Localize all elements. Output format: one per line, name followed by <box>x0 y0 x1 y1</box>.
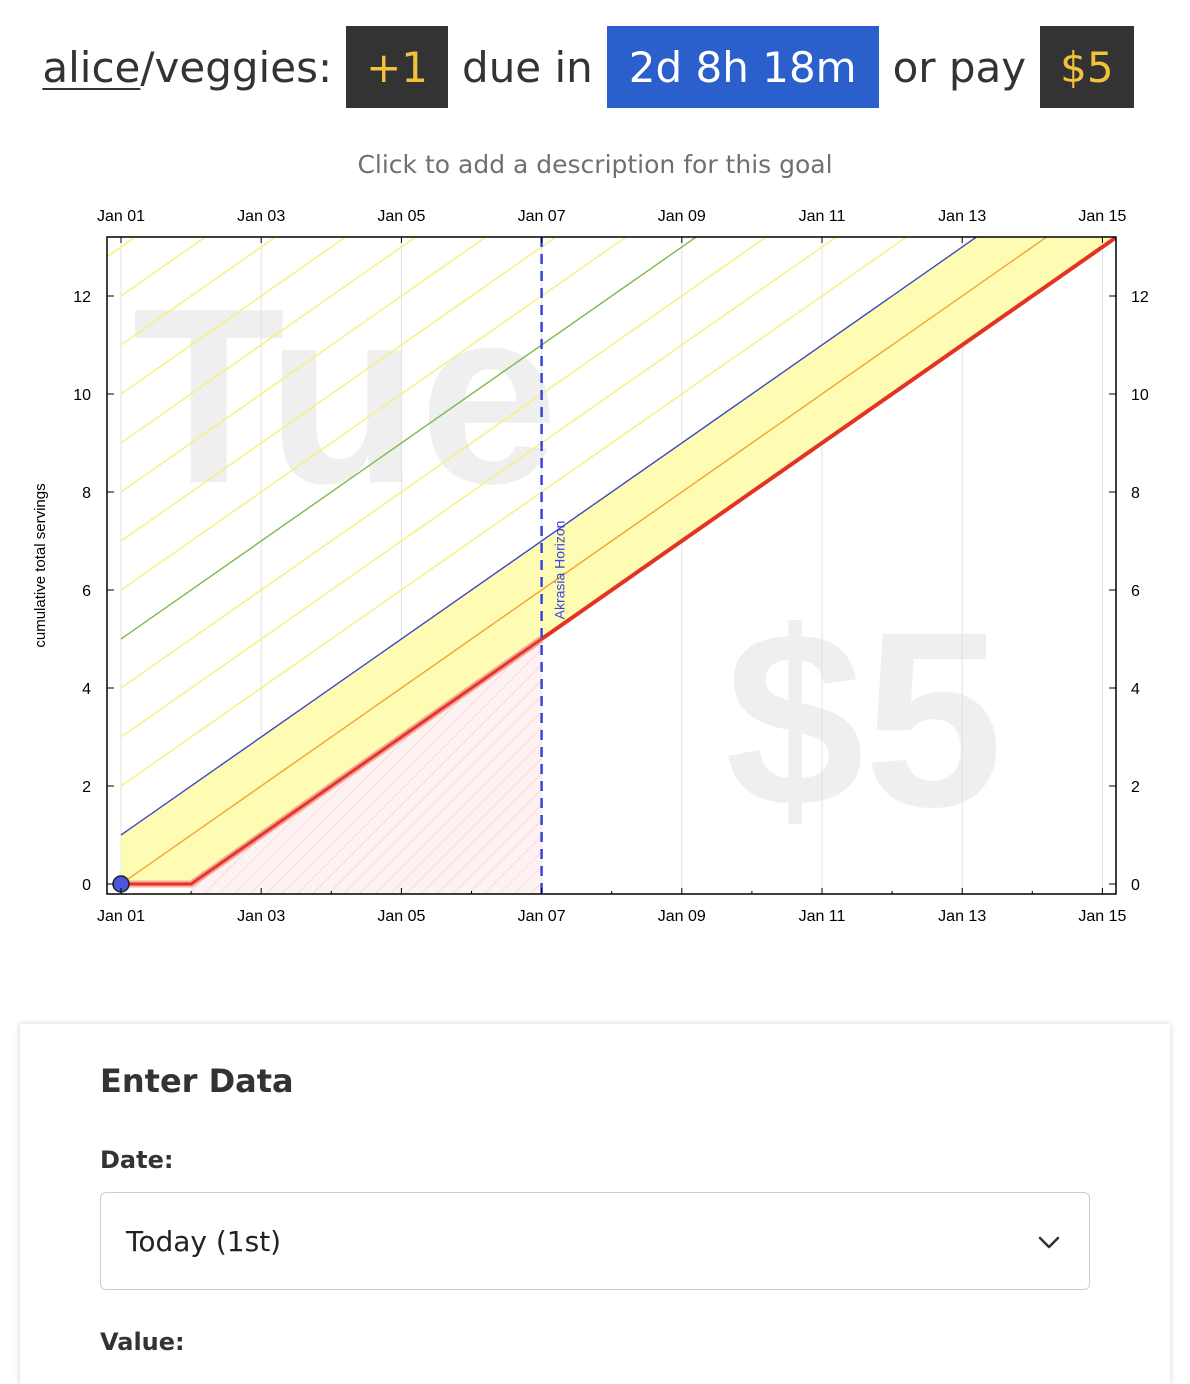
pledge-badge[interactable]: $5 <box>1040 26 1134 108</box>
username-link[interactable]: alice <box>42 43 140 92</box>
x-tick-label-top: Jan 13 <box>938 208 986 225</box>
guide-line <box>0 237 65 296</box>
x-tick-label-top: Jan 09 <box>658 208 706 225</box>
enter-data-card: Enter Data Date: Today (1st) Value: <box>20 1024 1170 1384</box>
pay-text: or pay <box>892 42 1027 92</box>
y-tick-label-left: 12 <box>73 289 91 306</box>
x-tick-label-top: Jan 01 <box>97 208 145 225</box>
y-tick-label-right: 12 <box>1131 289 1149 306</box>
goal-header: alice/veggies: +1 due in 2d 8h 18m or pa… <box>0 26 1190 108</box>
chevron-down-icon <box>1038 1236 1060 1249</box>
y-tick-label-right: 0 <box>1131 877 1140 894</box>
goal-description[interactable]: Click to add a description for this goal <box>0 150 1190 179</box>
y-tick-label-left: 8 <box>82 485 91 502</box>
date-select-value: Today (1st) <box>126 1225 282 1258</box>
x-tick-label-bottom: Jan 15 <box>1078 908 1126 925</box>
y-tick-label-left: 6 <box>82 583 91 600</box>
y-tick-label-right: 2 <box>1131 779 1140 796</box>
y-tick-label-left: 0 <box>82 877 91 894</box>
x-tick-label-top: Jan 05 <box>377 208 425 225</box>
y-tick-label-right: 6 <box>1131 583 1140 600</box>
x-tick-label-top: Jan 03 <box>237 208 285 225</box>
x-tick-label-bottom: Jan 03 <box>237 908 285 925</box>
delta-badge: +1 <box>346 26 449 108</box>
due-text: due in <box>462 42 593 92</box>
x-tick-label-bottom: Jan 09 <box>658 908 706 925</box>
x-tick-label-bottom: Jan 11 <box>799 908 846 925</box>
day-watermark: Tue <box>132 256 558 535</box>
x-tick-label-bottom: Jan 05 <box>377 908 425 925</box>
y-axis-label: cumulative total servings <box>32 483 49 647</box>
x-tick-label-top: Jan 07 <box>518 208 566 225</box>
countdown-badge: 2d 8h 18m <box>606 26 879 108</box>
x-tick-label-bottom: Jan 13 <box>938 908 986 925</box>
akrasia-horizon-label: Akrasia Horizon <box>552 521 568 620</box>
goal-slug: /veggies: <box>140 42 333 92</box>
date-label: Date: <box>100 1146 174 1174</box>
goal-chart: Tue $5 Akrasia Horizon Jan 01 Jan 01 Jan 03 Ja… <box>0 208 1149 925</box>
value-label: Value: <box>100 1328 185 1356</box>
date-select[interactable]: Today (1st) <box>100 1192 1090 1290</box>
y-tick-label-right: 10 <box>1131 387 1149 404</box>
y-tick-label-right: 4 <box>1131 681 1140 698</box>
x-tick-label-top: Jan 11 <box>799 208 846 225</box>
enter-data-title: Enter Data <box>100 1062 294 1100</box>
x-tick-label-bottom: Jan 01 <box>97 908 145 925</box>
y-tick-label-left: 10 <box>73 387 91 404</box>
guide-line <box>107 237 136 258</box>
x-tick-label-top: Jan 15 <box>1078 208 1126 225</box>
x-tick-label-bottom: Jan 07 <box>518 908 566 925</box>
plot-area: Tue $5 Akrasia Horizon <box>0 237 1116 894</box>
y-tick-label-right: 8 <box>1131 485 1140 502</box>
pledge-watermark: $5 <box>725 580 1003 859</box>
y-tick-label-left: 2 <box>82 779 91 796</box>
y-tick-label-left: 4 <box>82 681 91 698</box>
